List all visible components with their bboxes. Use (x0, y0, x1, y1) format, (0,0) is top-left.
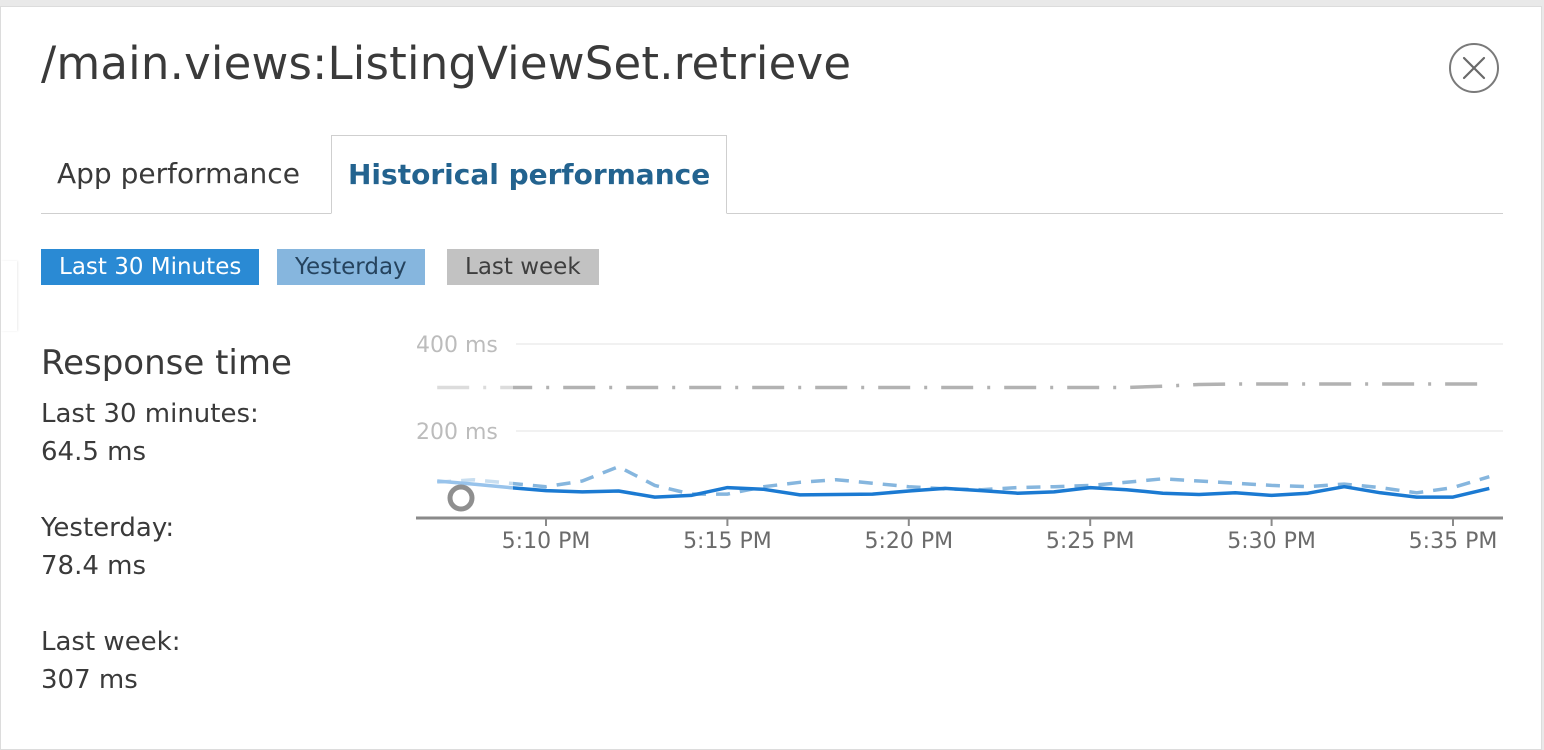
last-week-value: 307 ms (41, 665, 138, 695)
x-tick-label: 5:25 PM (1046, 529, 1135, 554)
last-week-button[interactable]: Last week (447, 249, 599, 285)
x-tick-label: 5:10 PM (502, 529, 591, 554)
page-title: /main.views:ListingViewSet.retrieve (41, 37, 852, 90)
series-line-last-week (437, 382, 1490, 390)
x-tick-label: 5:30 PM (1227, 529, 1316, 554)
close-button[interactable] (1449, 43, 1499, 93)
x-tick-label: 5:20 PM (864, 529, 953, 554)
x-tick-label: 5:15 PM (683, 529, 772, 554)
tab-historical-performance[interactable]: Historical performance (331, 135, 728, 214)
close-icon (1462, 56, 1486, 80)
modal-dialog: /main.views:ListingViewSet.retrieve App … (0, 6, 1542, 750)
yesterday-value: 78.4 ms (41, 551, 147, 581)
x-tick-label: 5:35 PM (1409, 529, 1498, 554)
last-30-minutes-value: 64.5 ms (41, 437, 147, 467)
response-time-heading: Response time (41, 343, 292, 383)
last-30-minutes-label: Last 30 minutes: (41, 399, 259, 429)
last-30-minutes-button[interactable]: Last 30 Minutes (41, 249, 260, 285)
tab-app-performance[interactable]: App performance (57, 135, 300, 213)
last-week-label: Last week: (41, 627, 181, 657)
side-handle[interactable] (1, 261, 17, 331)
tab-bar: App performance Historical performance (41, 135, 1503, 214)
series-line-last-30-minutes (437, 479, 1490, 499)
response-time-chart: 200 ms400 ms5:10 PM5:15 PM5:20 PM5:25 PM… (401, 327, 1503, 557)
yesterday-button[interactable]: Yesterday (277, 249, 425, 285)
yesterday-label: Yesterday: (41, 513, 175, 543)
brush-handle (447, 484, 475, 512)
